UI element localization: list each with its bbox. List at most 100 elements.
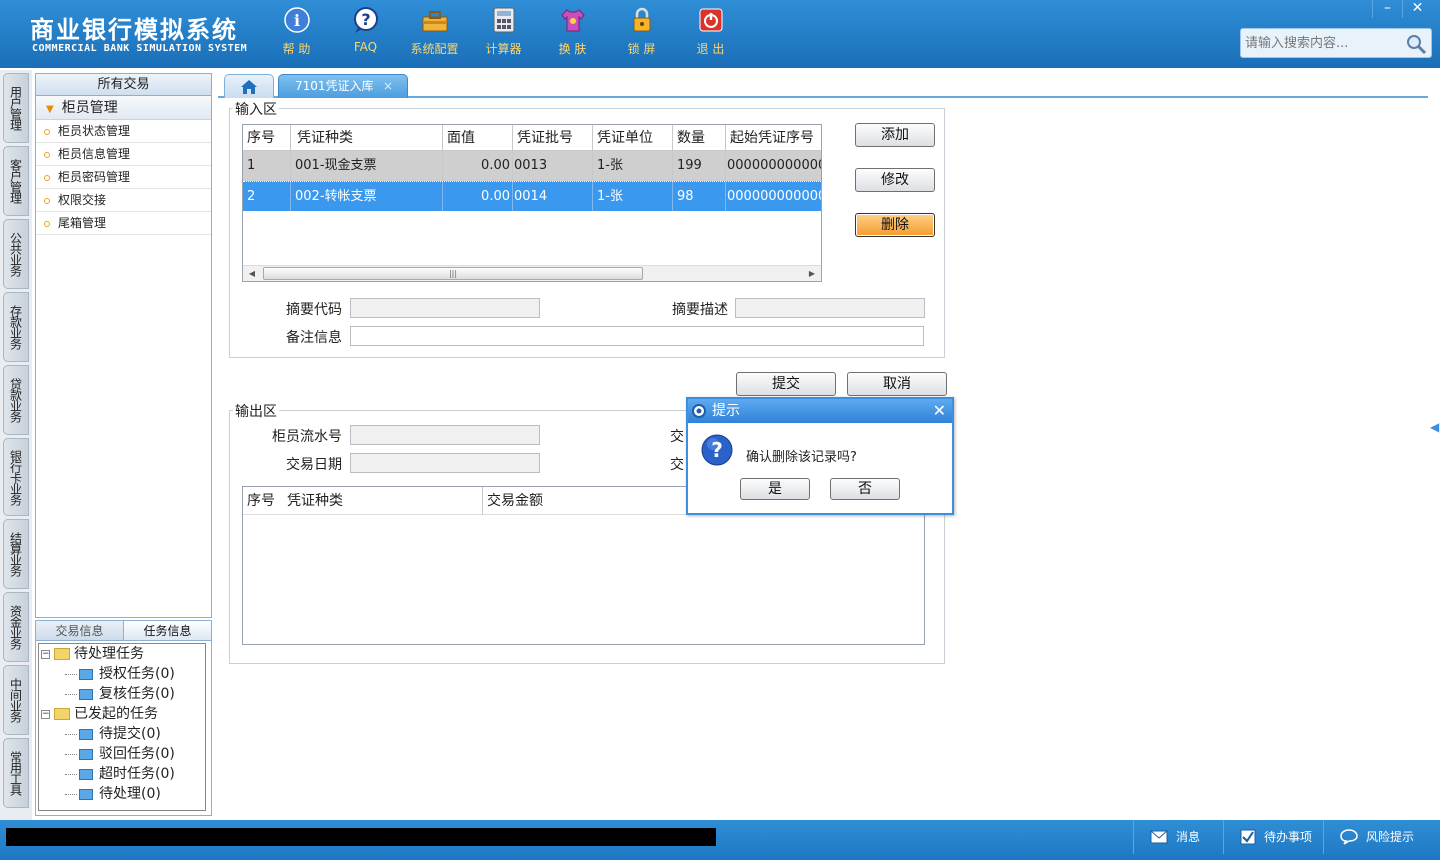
- dialog-close-icon[interactable]: ✕: [933, 399, 946, 423]
- checkbox-icon: [1240, 829, 1256, 845]
- bullet-icon: [44, 174, 50, 181]
- submit-button[interactable]: 提交: [736, 372, 836, 396]
- remark-label: 备注信息: [286, 330, 342, 346]
- tab-task-info[interactable]: 任务信息: [123, 621, 211, 640]
- tab-close-icon[interactable]: ×: [383, 75, 393, 97]
- faq-icon: ?: [352, 6, 380, 34]
- task-tabs: 交易信息 任务信息: [36, 621, 211, 641]
- nav-item-permission-handover[interactable]: 权限交接: [36, 189, 211, 212]
- tree-node-initiated[interactable]: − 已发起的任务: [41, 704, 158, 724]
- exit-button[interactable]: 退 出: [676, 6, 745, 62]
- vtab-user-management[interactable]: 用户管理: [3, 73, 29, 143]
- help-label: 帮 助: [282, 42, 311, 56]
- nav-item-teller-info[interactable]: 柜员信息管理: [36, 143, 211, 166]
- col-header[interactable]: 起始凭证序号: [726, 125, 821, 150]
- col-header[interactable]: 交易金额: [483, 487, 683, 514]
- transaction-nav: 所有交易 ▼ 柜员管理 柜员状态管理 柜员信息管理 柜员密码管理 权限交接 尾箱管…: [35, 73, 212, 618]
- shirt-icon: [559, 6, 587, 34]
- table-row[interactable]: 1 001-现金支票 0.00 0013 1-张 199 00000000000…: [243, 151, 821, 181]
- table-row-selected[interactable]: 2 002-转帐支票 0.00 0014 1-张 98 000000000000…: [243, 181, 821, 211]
- trade-label-partial: 交: [670, 429, 684, 445]
- nav-item-tail-box[interactable]: 尾箱管理: [36, 212, 211, 235]
- collapse-right-icon[interactable]: ◀: [1430, 420, 1440, 470]
- add-button[interactable]: 添加: [855, 123, 935, 147]
- task-icon: [79, 688, 93, 700]
- risk-alert-button[interactable]: 风险提示: [1323, 820, 1440, 854]
- minimize-button[interactable]: –: [1372, 0, 1402, 18]
- input-area-title: 输入区: [233, 99, 279, 119]
- vtab-deposit-business[interactable]: 存款业务: [3, 292, 29, 362]
- horizontal-scrollbar[interactable]: ◀ ||| ▶: [243, 265, 821, 281]
- col-header[interactable]: 面值: [443, 125, 513, 150]
- nav-item-teller-status[interactable]: 柜员状态管理: [36, 120, 211, 143]
- tree-node-review[interactable]: 复核任务(0): [65, 684, 175, 704]
- search-icon[interactable]: [1405, 33, 1427, 59]
- vtab-intermediary-business[interactable]: 中间业务: [3, 665, 29, 735]
- voucher-grid: 序号 凭证种类 面值 凭证批号 凭证单位 数量 起始凭证序号 1 001-现金支…: [242, 124, 822, 282]
- vtab-card-business[interactable]: 银行卡业务: [3, 438, 29, 516]
- vtab-loan-business[interactable]: 贷款业务: [3, 365, 29, 435]
- yes-button[interactable]: 是: [740, 478, 810, 500]
- power-icon: [697, 6, 725, 34]
- app-title: 商业银行模拟系统: [30, 16, 238, 44]
- todo-button[interactable]: 待办事项: [1223, 820, 1323, 854]
- lock-screen-button[interactable]: 锁 屏: [607, 6, 676, 62]
- tree-node-to-submit[interactable]: 待提交(0): [65, 724, 161, 744]
- scroll-thumb[interactable]: |||: [263, 267, 643, 280]
- folder-icon: [54, 648, 70, 660]
- collapse-icon[interactable]: −: [41, 709, 50, 719]
- dialog-titlebar: 提示 ✕: [688, 399, 952, 423]
- delete-button[interactable]: 删除: [855, 213, 935, 237]
- search-box: [1240, 28, 1432, 58]
- col-header[interactable]: 凭证种类: [283, 487, 483, 514]
- search-input[interactable]: [1241, 29, 1401, 57]
- tab-home[interactable]: [224, 74, 274, 98]
- tree-node-timeout[interactable]: 超时任务(0): [65, 764, 175, 784]
- teller-serial-field: [350, 425, 540, 445]
- skin-button[interactable]: 换 肤: [538, 6, 607, 62]
- dialog-message: 确认删除该记录吗?: [746, 450, 857, 465]
- no-button[interactable]: 否: [830, 478, 900, 500]
- calculator-button[interactable]: 计算器: [469, 6, 538, 62]
- caret-down-icon: ▼: [46, 104, 54, 115]
- tab-transaction-info[interactable]: 交易信息: [36, 621, 123, 640]
- collapse-icon[interactable]: −: [41, 649, 50, 659]
- col-header[interactable]: 序号: [243, 125, 291, 150]
- task-icon: [79, 788, 93, 800]
- vtab-common-tools[interactable]: 常用工具: [3, 738, 29, 808]
- summary-desc-field[interactable]: [735, 298, 925, 318]
- help-button[interactable]: i 帮 助: [262, 6, 331, 62]
- tab-voucher-storage[interactable]: 7101凭证入库 ×: [278, 74, 408, 98]
- nav-group-teller-management[interactable]: ▼ 柜员管理: [36, 96, 211, 120]
- remark-field[interactable]: [350, 326, 924, 346]
- vtab-fund-business[interactable]: 资金业务: [3, 592, 29, 662]
- trade-date-field: [350, 453, 540, 473]
- summary-code-field[interactable]: [350, 298, 540, 318]
- window-close-button[interactable]: ✕: [1402, 0, 1432, 18]
- task-tree: − 待处理任务 授权任务(0) 复核任务(0) − 已发起的任务 待提交(0) 驳回…: [38, 643, 206, 811]
- col-header[interactable]: 凭证批号: [513, 125, 593, 150]
- modify-button[interactable]: 修改: [855, 168, 935, 192]
- cancel-button[interactable]: 取消: [847, 372, 947, 396]
- tree-node-rejected[interactable]: 驳回任务(0): [65, 744, 175, 764]
- bullet-icon: [44, 220, 50, 227]
- vtab-customer-management[interactable]: 客户管理: [3, 146, 29, 216]
- faq-label: FAQ: [353, 40, 378, 54]
- tree-node-to-process[interactable]: 待处理(0): [65, 784, 161, 804]
- messages-button[interactable]: 消息: [1133, 820, 1223, 854]
- chat-bubble-icon: [1340, 829, 1358, 845]
- system-config-button[interactable]: 系统配置: [400, 6, 469, 62]
- col-header[interactable]: 凭证种类: [291, 125, 443, 150]
- col-header[interactable]: 凭证单位: [593, 125, 673, 150]
- scroll-right-icon[interactable]: ▶: [803, 266, 821, 281]
- nav-item-teller-password[interactable]: 柜员密码管理: [36, 166, 211, 189]
- col-header[interactable]: 数量: [673, 125, 726, 150]
- tree-node-auth[interactable]: 授权任务(0): [65, 664, 175, 684]
- col-header[interactable]: 序号: [243, 487, 283, 514]
- tree-node-pending[interactable]: − 待处理任务: [41, 644, 144, 664]
- scroll-left-icon[interactable]: ◀: [243, 266, 261, 281]
- vtab-settlement-business[interactable]: 结算业务: [3, 519, 29, 589]
- faq-button[interactable]: ? FAQ: [331, 6, 400, 62]
- vtab-public-business[interactable]: 公共业务: [3, 219, 29, 289]
- bullet-icon: [44, 151, 50, 158]
